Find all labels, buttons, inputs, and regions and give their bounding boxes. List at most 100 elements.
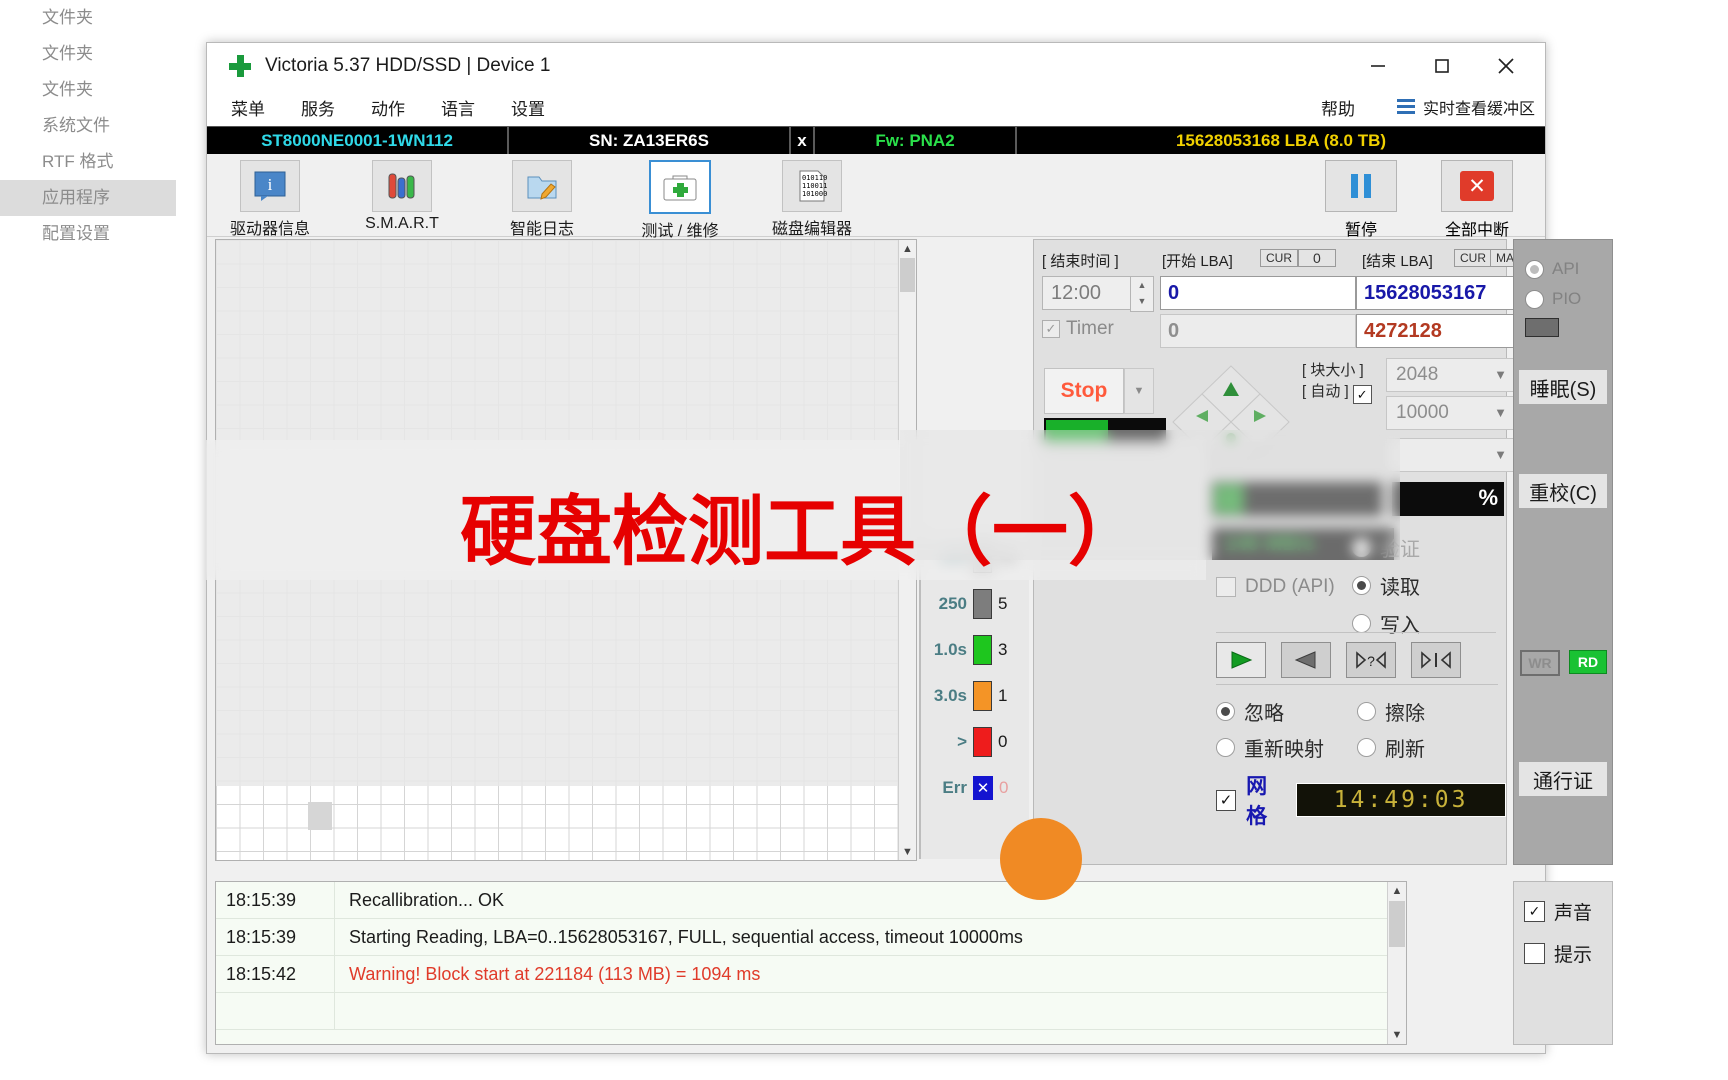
legend-color-swatch	[973, 681, 992, 711]
end-time-stepper[interactable]: ▲ ▼	[1130, 276, 1154, 312]
scroll-up-icon[interactable]: ▲	[1388, 882, 1406, 900]
menu-item-language[interactable]: 语言	[429, 95, 487, 120]
play-button[interactable]	[1216, 642, 1266, 678]
step-button[interactable]	[1411, 642, 1461, 678]
radio-icon-selected	[1525, 259, 1544, 279]
stepper-up-icon[interactable]: ▲	[1131, 277, 1153, 293]
scroll-up-icon[interactable]: ▲	[899, 240, 916, 257]
log-row: 18:15:39 Recallibration... OK	[216, 882, 1406, 919]
start-lba-input[interactable]: 0	[1160, 276, 1356, 310]
svg-text:?: ?	[1367, 653, 1375, 669]
sound-checkbox[interactable]: ✓ 声音	[1514, 890, 1612, 932]
pause-icon	[1325, 160, 1397, 212]
radio-ignore[interactable]: 忽略	[1216, 697, 1357, 726]
pause-button[interactable]: 暂停	[1313, 160, 1409, 240]
toolbar-button-test-repair[interactable]: 测试 / 维修	[625, 160, 735, 241]
menu-item-action[interactable]: 动作	[359, 95, 417, 120]
ddd-api-checkbox[interactable]: DDD (API)	[1216, 576, 1335, 598]
menu-item-service[interactable]: 服务	[289, 95, 347, 120]
stop-all-button[interactable]: ✕ 全部中断	[1429, 160, 1525, 240]
device-serial: SN: ZA13ER6S	[509, 127, 791, 154]
timer-checkbox[interactable]: ✓ Timer	[1042, 318, 1114, 340]
block-size-value: 2048	[1396, 364, 1439, 385]
legend-color-swatch	[973, 589, 992, 619]
scan-unknown-button[interactable]: ?	[1346, 642, 1396, 678]
legend-panel: 100 25 250 5 1.0s 3 3.0s 1 >	[919, 535, 1029, 859]
hint-checkbox[interactable]: 提示	[1514, 932, 1612, 974]
step-icon	[1421, 651, 1451, 669]
log-panel[interactable]: 18:15:39 Recallibration... OK 18:15:39 S…	[215, 881, 1407, 1045]
menu-item-help[interactable]: 帮助	[1321, 95, 1355, 120]
cursor-highlight-circle	[1000, 818, 1082, 900]
menu-item-main[interactable]: 菜单	[219, 95, 277, 120]
list-item-selected[interactable]: 应用程序	[0, 180, 176, 216]
toolbar-button-smart-log[interactable]: 智能日志	[487, 160, 597, 239]
wr-rd-indicators: WR RD	[1520, 650, 1607, 676]
list-item[interactable]: 文件夹	[0, 72, 176, 108]
toolbar-button-drive-info[interactable]: i 驱动器信息	[215, 160, 325, 239]
scrollbar-thumb[interactable]	[1389, 901, 1405, 947]
device-capacity: 15628053168 LBA (8.0 TB)	[1175, 130, 1387, 150]
toolbar-button-smart[interactable]: S.M.A.R.T	[347, 160, 457, 233]
scroll-down-icon[interactable]: ▼	[899, 843, 916, 860]
reverse-button[interactable]	[1281, 642, 1331, 678]
radio-icon	[1357, 701, 1376, 721]
red-x-icon: ✕	[1441, 160, 1513, 212]
log-row: 18:15:39 Starting Reading, LBA=0..156280…	[216, 919, 1406, 956]
close-button[interactable]	[1475, 43, 1537, 88]
list-item[interactable]: 文件夹	[0, 0, 176, 36]
grid-checkbox[interactable]: ✓	[1216, 789, 1237, 811]
end-time-input[interactable]: 12:00	[1042, 276, 1132, 310]
scroll-down-icon[interactable]: ▼	[1388, 1026, 1406, 1044]
toolbar-button-disk-editor[interactable]: 010110 110011 101000 磁盘编辑器	[757, 160, 867, 239]
list-item[interactable]: 系统文件	[0, 108, 176, 144]
ddd-api-label: DDD (API)	[1245, 576, 1335, 597]
color-swatch[interactable]	[1525, 318, 1559, 337]
scan-unknown-icon: ?	[1356, 651, 1386, 669]
lba-label-row: [ 结束时间 ] [开始 LBA] CUR 0 [结束 LBA] CUR MAX	[1042, 246, 1529, 280]
reverse-icon	[1294, 651, 1316, 669]
serial-clear-button[interactable]: x	[791, 127, 815, 154]
sound-label: 声音	[1554, 902, 1593, 924]
recalibrate-button[interactable]: 重校(C)	[1519, 474, 1607, 508]
sleep-button[interactable]: 睡眠(S)	[1519, 370, 1607, 404]
scan-navigation-buttons: ?	[1216, 632, 1496, 683]
start-lba-cur-value: 0	[1298, 249, 1336, 267]
menu-item-settings[interactable]: 设置	[499, 95, 557, 120]
list-item[interactable]: 配置设置	[0, 216, 176, 252]
radio-pio[interactable]: PIO	[1514, 284, 1612, 314]
stop-button[interactable]: Stop	[1044, 368, 1124, 414]
buffer-viewer-button[interactable]: 实时查看缓冲区	[1396, 95, 1535, 119]
legend-threshold: 3.0s	[933, 686, 967, 705]
mode-select[interactable]: ▼	[1386, 438, 1515, 472]
maximize-button[interactable]	[1411, 43, 1473, 88]
minimize-button[interactable]	[1347, 43, 1409, 88]
legend-count: 3	[998, 640, 1008, 659]
radio-refresh[interactable]: 刷新	[1357, 733, 1498, 762]
radio-erase[interactable]: 擦除	[1357, 697, 1498, 726]
legend-threshold: 250	[938, 594, 967, 613]
start-lba-cur-button[interactable]: CUR	[1260, 249, 1298, 267]
log-message-warning: Warning! Block start at 221184 (113 MB) …	[349, 963, 761, 984]
list-item[interactable]: RTF 格式	[0, 144, 176, 180]
timeout-select[interactable]: 10000 ▼	[1386, 396, 1515, 430]
end-lba-cur-button[interactable]: CUR	[1454, 249, 1492, 267]
scrollbar-thumb[interactable]	[900, 258, 915, 292]
auto-checkbox[interactable]: ✓	[1352, 385, 1372, 404]
block-size-select[interactable]: 2048 ▼	[1386, 358, 1515, 392]
radio-api[interactable]: API	[1514, 254, 1612, 284]
stop-dropdown-button[interactable]: ▼	[1124, 368, 1154, 414]
radio-label: 擦除	[1385, 702, 1425, 725]
log-time: 18:15:39	[226, 889, 297, 910]
timer-input[interactable]: 0	[1160, 314, 1356, 348]
legend-count: 5	[998, 594, 1008, 613]
legend-row: 250 5	[921, 581, 1029, 627]
list-item[interactable]: 文件夹	[0, 36, 176, 72]
minimize-icon	[1371, 64, 1385, 67]
stepper-down-icon[interactable]: ▼	[1131, 293, 1153, 309]
device-model: ST8000NE0001-1WN112	[207, 127, 509, 154]
radio-remap[interactable]: 重新映射	[1216, 733, 1357, 762]
log-scrollbar[interactable]: ▲ ▼	[1387, 882, 1406, 1044]
passport-button[interactable]: 通行证	[1519, 762, 1607, 796]
radio-read[interactable]: 读取	[1352, 566, 1502, 604]
